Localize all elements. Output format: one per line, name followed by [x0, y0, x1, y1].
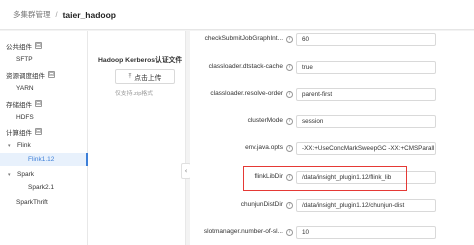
- help-icon[interactable]: ?: [286, 145, 293, 152]
- sidebar-item-label: YARN: [16, 85, 34, 92]
- form-row-slotmanager: slotmanager.number-of-sl... ? 10: [190, 226, 474, 244]
- sidebar-item-label: Spark2.1: [28, 184, 55, 191]
- help-icon[interactable]: ?: [286, 91, 293, 98]
- help-icon[interactable]: ?: [286, 202, 293, 209]
- collapse-square-icon[interactable]: ⊟: [35, 128, 42, 135]
- sidebar-item-yarn[interactable]: YARN: [0, 82, 88, 95]
- sidebar-folder-flink[interactable]: ▾ Flink: [0, 139, 88, 152]
- sidebar-item-spark21[interactable]: Spark2.1: [0, 181, 88, 194]
- field-label: clusterMode: [247, 117, 283, 124]
- sidebar-item-label: Spark: [17, 171, 34, 178]
- sidebar-group-scheduling[interactable]: 资源调度组件 ⊟: [0, 68, 88, 81]
- help-icon[interactable]: ?: [286, 118, 293, 125]
- highlight-box: [243, 166, 407, 191]
- field-label: chunjunDistDir: [240, 201, 283, 208]
- sidebar-group-public[interactable]: 公共组件 ⊟: [0, 39, 88, 52]
- help-icon[interactable]: ?: [286, 36, 293, 43]
- chevron-left-icon: ‹: [184, 167, 188, 175]
- sidebar-item-sparkthrift[interactable]: SparkThrift: [0, 196, 88, 209]
- upload-icon: ⤒: [128, 72, 132, 80]
- sidebar-item-label: 公共组件: [6, 43, 32, 51]
- sidebar-item-sftp[interactable]: SFTP: [0, 53, 88, 66]
- field-input[interactable]: session: [296, 115, 436, 128]
- sidebar-item-label: SFTP: [16, 56, 33, 63]
- sidebar-item-label: 存储组件: [6, 101, 32, 109]
- sidebar-item-label: Flink: [17, 142, 31, 149]
- form-row-cluster-mode: clusterMode ? session: [190, 115, 474, 133]
- breadcrumb-separator: /: [55, 10, 58, 19]
- field-input[interactable]: /data/insight_plugin1.12/chunjun-dist: [296, 199, 436, 212]
- sidebar-item-hdfs[interactable]: HDFS: [0, 111, 88, 124]
- field-input[interactable]: true: [296, 61, 436, 74]
- collapse-square-icon[interactable]: ⊟: [48, 71, 55, 78]
- field-input[interactable]: -XX:+UseConcMarkSweepGC -XX:+CMSParall: [296, 142, 436, 155]
- upload-button[interactable]: ⤒ 点击上传: [115, 69, 175, 84]
- form-row-chunjun-dist-dir: chunjunDistDir ? /data/insight_plugin1.1…: [190, 199, 474, 217]
- form-row-dtstack-cache: classloader.dtstack-cache ? true: [190, 61, 474, 79]
- collapse-square-icon[interactable]: ⊟: [35, 100, 42, 107]
- sidebar-item-label: 计算组件: [6, 129, 32, 137]
- page-header: 多集群管理 / taier_hadoop: [0, 0, 474, 30]
- upload-hint: 仅支持.zip格式: [115, 91, 154, 97]
- form-row-checksubmit: checkSubmitJobGraphInt... ? 60: [190, 33, 474, 51]
- sidebar-item-flink112[interactable]: Flink1.12: [0, 153, 88, 166]
- breadcrumb-current: taier_hadoop: [62, 9, 116, 20]
- sidebar-item-label: SparkThrift: [16, 199, 48, 206]
- sidebar-item-label: HDFS: [16, 114, 34, 121]
- field-input[interactable]: 60: [296, 33, 436, 46]
- field-label: classloader.resolve-order: [210, 90, 283, 97]
- help-icon[interactable]: ?: [286, 229, 293, 236]
- sidebar-folder-spark[interactable]: ▾ Spark: [0, 168, 88, 181]
- form-row-resolve-order: classloader.resolve-order ? parent-first: [190, 88, 474, 106]
- field-input[interactable]: parent-first: [296, 88, 436, 101]
- upload-button-label: 点击上传: [134, 74, 162, 82]
- collapse-square-icon[interactable]: ⊟: [35, 42, 42, 49]
- field-label: classloader.dtstack-cache: [208, 63, 283, 70]
- field-label: slotmanager.number-of-sl...: [203, 228, 283, 235]
- help-icon[interactable]: ?: [286, 64, 293, 71]
- kerberos-title: Hadoop Kerberos认证文件: [98, 57, 183, 64]
- field-label: checkSubmitJobGraphInt...: [204, 35, 283, 42]
- config-form: checkSubmitJobGraphInt... ? 60 classload…: [190, 31, 474, 245]
- form-row-java-opts: env.java.opts ? -XX:+UseConcMarkSweepGC …: [190, 142, 474, 160]
- caret-down-icon: ▾: [8, 142, 11, 149]
- field-label: env.java.opts: [245, 144, 283, 151]
- sidebar-item-label: 资源调度组件: [6, 72, 45, 80]
- caret-down-icon: ▾: [8, 171, 11, 178]
- sidebar-item-label: Flink1.12: [28, 156, 55, 163]
- sidebar-group-storage[interactable]: 存储组件 ⊟: [0, 97, 88, 110]
- sidebar-group-compute[interactable]: 计算组件 ⊟: [0, 125, 88, 138]
- breadcrumb-root[interactable]: 多集群管理: [13, 9, 51, 20]
- kerberos-panel: Hadoop Kerberos认证文件 ⤒ 点击上传 仅支持.zip格式: [88, 31, 186, 245]
- component-sidebar: 公共组件 ⊟ SFTP 资源调度组件 ⊟ YARN 存储组件 ⊟ HDFS 计算…: [0, 31, 88, 245]
- field-input[interactable]: 10: [296, 226, 436, 239]
